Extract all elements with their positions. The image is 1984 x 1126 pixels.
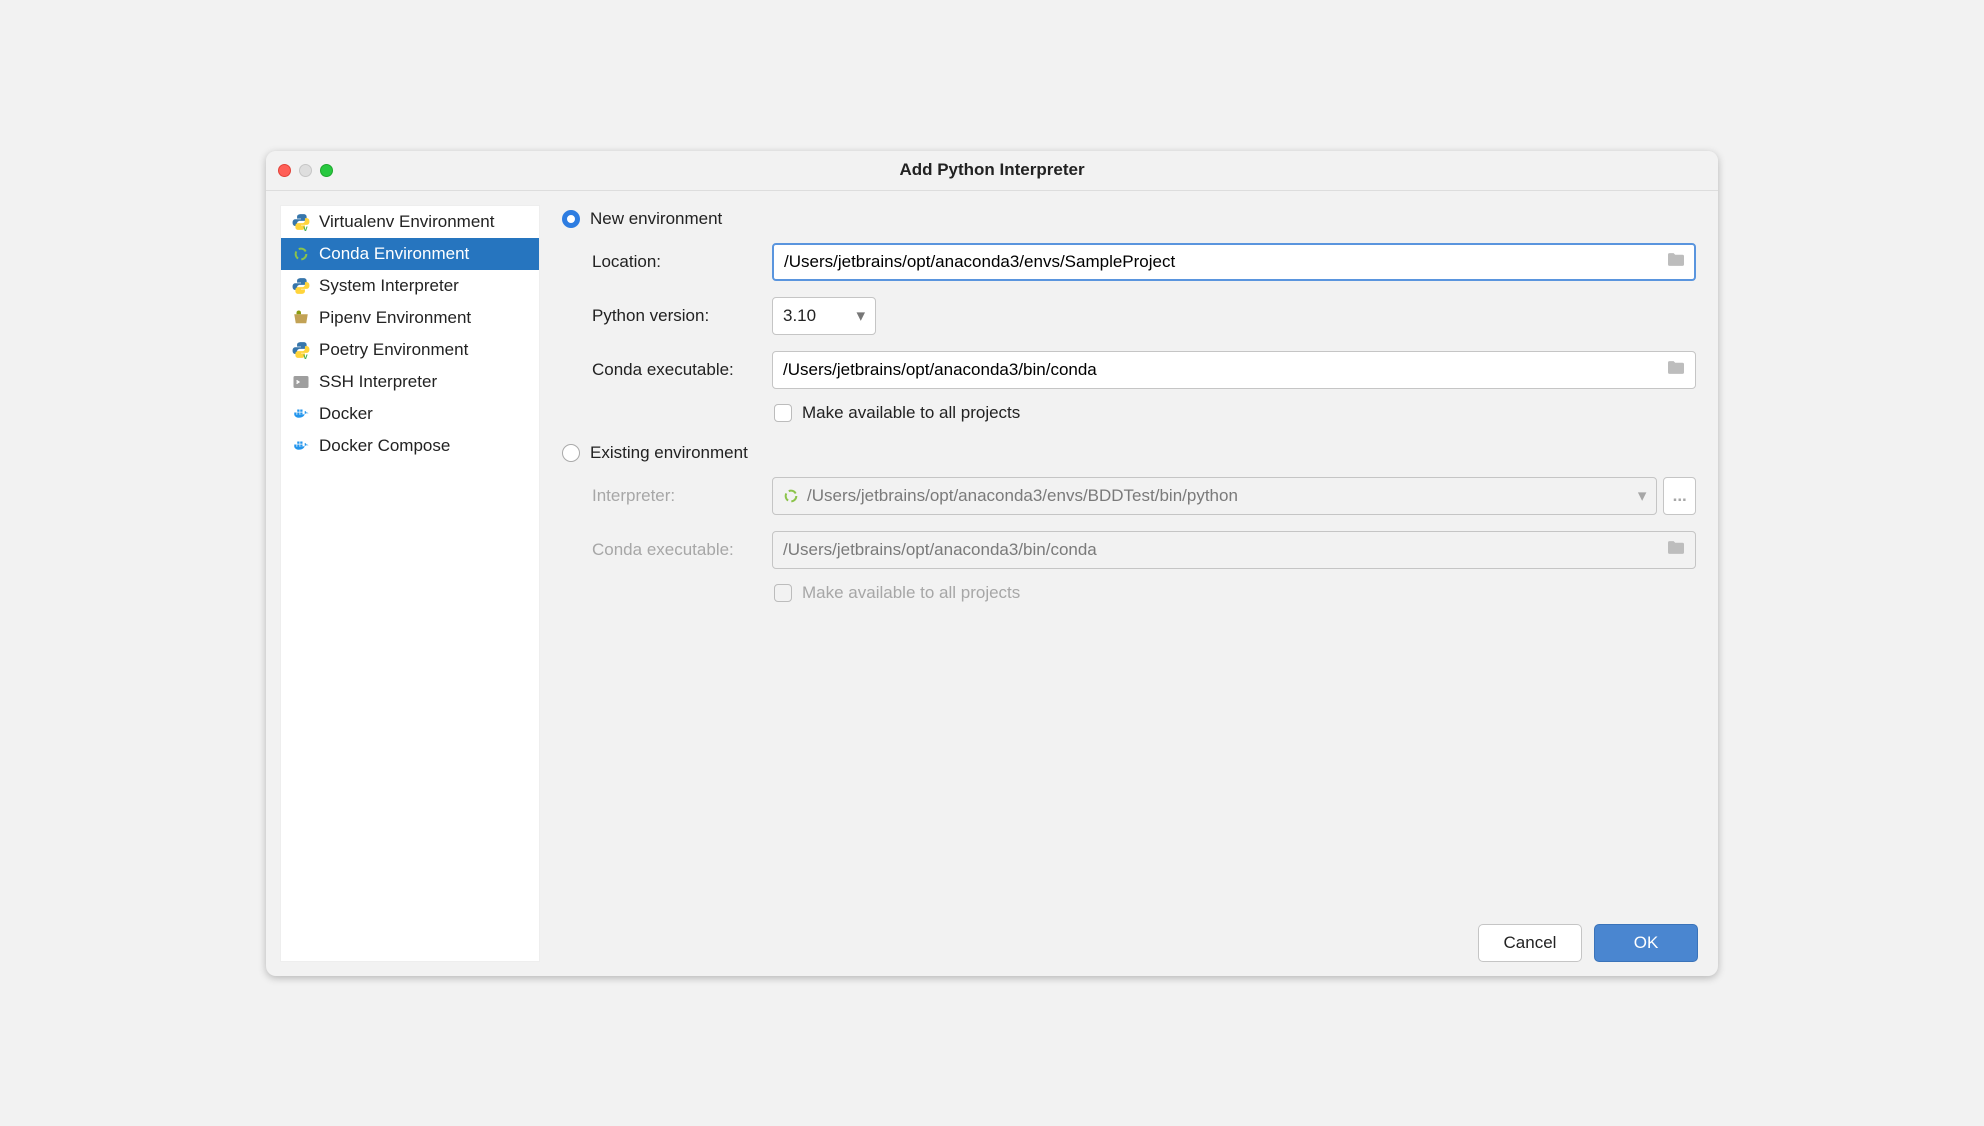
cancel-button[interactable]: Cancel: [1478, 924, 1582, 962]
interpreter-type-sidebar: v Virtualenv Environment Conda Environme…: [280, 205, 540, 962]
sidebar-item-system[interactable]: System Interpreter: [281, 270, 539, 302]
close-window-button[interactable]: [278, 164, 291, 177]
conda-exec-label-existing: Conda executable:: [592, 540, 772, 560]
ok-button[interactable]: OK: [1594, 924, 1698, 962]
interpreter-value: /Users/jetbrains/opt/anaconda3/envs/BDDT…: [807, 486, 1238, 506]
sidebar-item-label: System Interpreter: [319, 276, 459, 296]
make-available-label-existing: Make available to all projects: [802, 583, 1020, 603]
pipenv-icon: [291, 308, 311, 328]
titlebar: Add Python Interpreter: [266, 151, 1718, 191]
ssh-icon: [291, 372, 311, 392]
svg-text:v: v: [303, 224, 308, 231]
location-label: Location:: [592, 252, 772, 272]
minimize-window-button[interactable]: [299, 164, 312, 177]
radio-button-icon: [562, 444, 580, 462]
docker-icon: [291, 404, 311, 424]
python-v-icon: v: [291, 212, 311, 232]
sidebar-item-poetry[interactable]: v Poetry Environment: [281, 334, 539, 366]
radio-existing-environment[interactable]: Existing environment: [562, 443, 1696, 463]
make-available-checkbox-existing: [774, 584, 792, 602]
chevron-down-icon: ▾: [856, 306, 865, 326]
browse-conda-exec-button[interactable]: [1662, 355, 1690, 384]
browse-conda-exec-existing-button: [1662, 535, 1690, 564]
make-available-label: Make available to all projects: [802, 403, 1020, 423]
browse-interpreter-button: ...: [1663, 477, 1696, 515]
sidebar-item-conda[interactable]: Conda Environment: [281, 238, 539, 270]
radio-label: Existing environment: [590, 443, 748, 463]
python-v-icon: v: [291, 340, 311, 360]
traffic-lights: [278, 164, 333, 177]
sidebar-item-virtualenv[interactable]: v Virtualenv Environment: [281, 206, 539, 238]
location-input[interactable]: [772, 243, 1696, 281]
interpreter-select: /Users/jetbrains/opt/anaconda3/envs/BDDT…: [772, 477, 1657, 515]
make-available-checkbox[interactable]: [774, 404, 792, 422]
interpreter-label: Interpreter:: [592, 486, 772, 506]
python-version-select[interactable]: 3.10 ▾: [772, 297, 876, 335]
sidebar-item-label: Docker Compose: [319, 436, 450, 456]
main-panel: New environment Location: Python version…: [540, 191, 1718, 976]
dialog-title: Add Python Interpreter: [899, 160, 1084, 180]
ok-button-label: OK: [1634, 933, 1659, 953]
sidebar-item-ssh[interactable]: SSH Interpreter: [281, 366, 539, 398]
dialog-window: Add Python Interpreter v Virtualenv Envi…: [266, 151, 1718, 976]
conda-spinner-icon: [291, 244, 311, 264]
conda-exec-input[interactable]: [772, 351, 1696, 389]
conda-exec-label: Conda executable:: [592, 360, 772, 380]
sidebar-item-label: Conda Environment: [319, 244, 469, 264]
sidebar-item-label: Docker: [319, 404, 373, 424]
sidebar-item-label: Virtualenv Environment: [319, 212, 494, 232]
sidebar-item-label: SSH Interpreter: [319, 372, 437, 392]
docker-compose-icon: [291, 436, 311, 456]
radio-button-icon: [562, 210, 580, 228]
chevron-down-icon: ▾: [1638, 486, 1647, 506]
zoom-window-button[interactable]: [320, 164, 333, 177]
radio-new-environment[interactable]: New environment: [562, 209, 1696, 229]
sidebar-item-docker-compose[interactable]: Docker Compose: [281, 430, 539, 462]
browse-location-button[interactable]: [1662, 247, 1690, 276]
svg-text:v: v: [303, 352, 308, 359]
conda-spinner-icon: [783, 488, 799, 504]
radio-label: New environment: [590, 209, 722, 229]
dialog-button-bar: Cancel OK: [1478, 924, 1698, 962]
conda-exec-input-existing: [772, 531, 1696, 569]
sidebar-item-docker[interactable]: Docker: [281, 398, 539, 430]
sidebar-item-pipenv[interactable]: Pipenv Environment: [281, 302, 539, 334]
cancel-button-label: Cancel: [1504, 933, 1557, 953]
python-version-value: 3.10: [783, 306, 816, 326]
sidebar-item-label: Poetry Environment: [319, 340, 468, 360]
sidebar-item-label: Pipenv Environment: [319, 308, 471, 328]
python-version-label: Python version:: [592, 306, 772, 326]
python-icon: [291, 276, 311, 296]
